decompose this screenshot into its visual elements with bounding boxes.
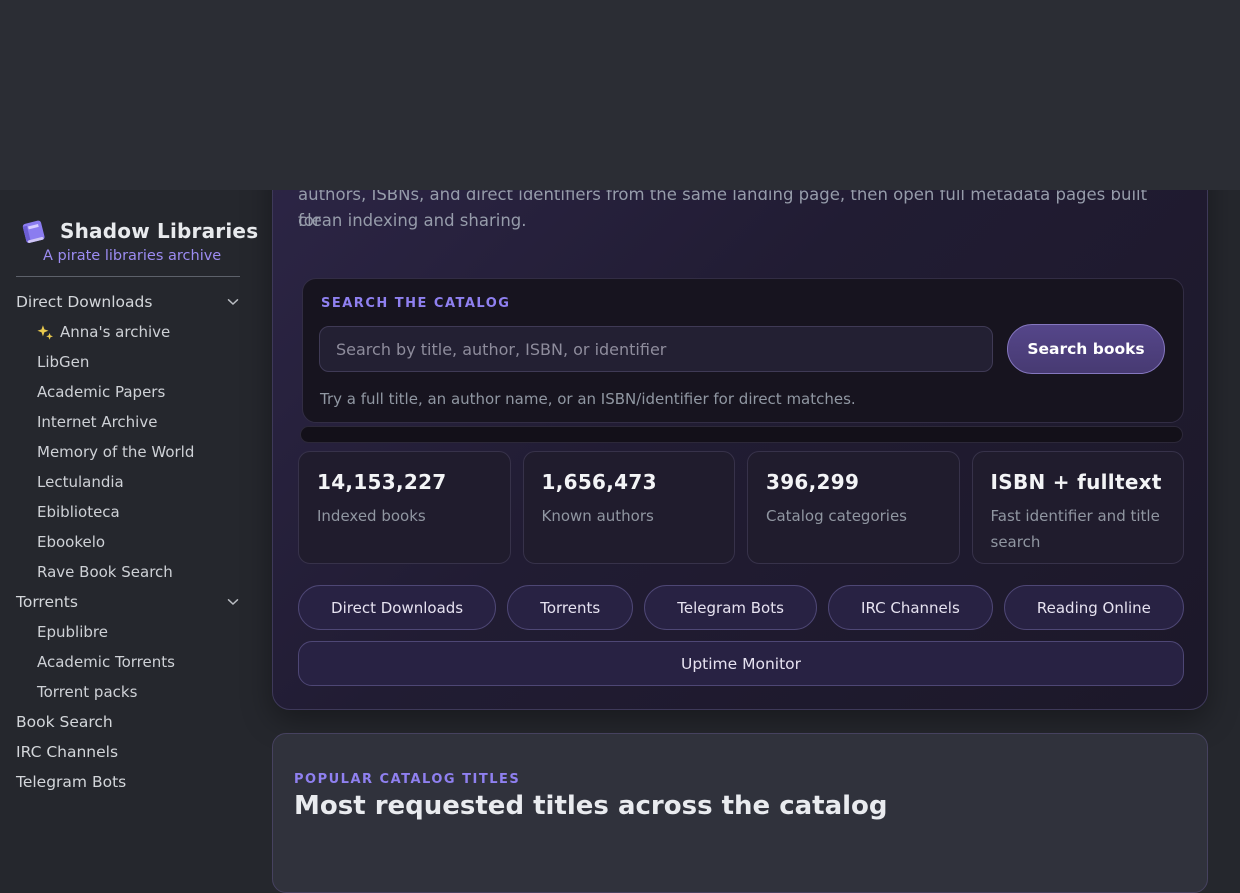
stat-label: Known authors — [542, 503, 717, 529]
sidebar-item-torrent-packs[interactable]: Torrent packs — [0, 677, 260, 707]
quick-links-row: Direct Downloads Torrents Telegram Bots … — [298, 585, 1184, 630]
sidebar-item-lectulandia[interactable]: Lectulandia — [0, 467, 260, 497]
sidebar-nav: Direct Downloads Anna's archive LibGen A… — [0, 287, 260, 797]
search-card-title: SEARCH THE CATALOG — [321, 296, 510, 311]
stat-card-known-authors: 1,656,473 Known authors — [523, 451, 736, 564]
intro-text-line: clean indexing and sharing. — [298, 208, 1168, 234]
chevron-down-icon — [227, 298, 239, 306]
stat-value: 396,299 — [766, 470, 941, 494]
stat-label: Catalog categories — [766, 503, 941, 529]
brand-title: Shadow Libraries — [60, 219, 258, 243]
quick-link-torrents[interactable]: Torrents — [507, 585, 633, 630]
status-progress-bar — [300, 426, 1183, 443]
sidebar-item-epublibre[interactable]: Epublibre — [0, 617, 260, 647]
stat-value: 1,656,473 — [542, 470, 717, 494]
sidebar-item-annas-archive[interactable]: Anna's archive — [0, 317, 260, 347]
brand: Shadow Libraries — [18, 216, 258, 246]
quick-link-reading-online[interactable]: Reading Online — [1004, 585, 1184, 630]
hero-panel: authors, ISBNs, and direct identifiers f… — [272, 100, 1208, 710]
popular-titles-card: POPULAR CATALOG TITLES Most requested ti… — [272, 733, 1208, 893]
sidebar-item-internet-archive[interactable]: Internet Archive — [0, 407, 260, 437]
sidebar-item-ebiblioteca[interactable]: Ebiblioteca — [0, 497, 260, 527]
popular-titles-label: POPULAR CATALOG TITLES — [294, 772, 520, 787]
sidebar-item-libgen[interactable]: LibGen — [0, 347, 260, 377]
stats-row: 14,153,227 Indexed books 1,656,473 Known… — [298, 451, 1184, 564]
sidebar-item-memory-of-the-world[interactable]: Memory of the World — [0, 437, 260, 467]
top-header-bar — [0, 0, 1240, 190]
stat-label: Fast identifier and title search — [991, 503, 1166, 555]
stat-card-catalog-categories: 396,299 Catalog categories — [747, 451, 960, 564]
sidebar-item-ebookelo[interactable]: Ebookelo — [0, 527, 260, 557]
search-hint: Try a full title, an author name, or an … — [320, 390, 856, 408]
sidebar-item-academic-papers[interactable]: Academic Papers — [0, 377, 260, 407]
quick-link-direct-downloads[interactable]: Direct Downloads — [298, 585, 496, 630]
sparkles-icon — [37, 324, 54, 341]
sidebar-item-book-search[interactable]: Book Search — [0, 707, 260, 737]
quick-link-irc-channels[interactable]: IRC Channels — [828, 585, 993, 630]
search-input[interactable] — [319, 326, 993, 372]
popular-titles-heading: Most requested titles across the catalog — [294, 791, 888, 821]
book-logo-icon — [18, 216, 48, 246]
stat-card-indexed-books: 14,153,227 Indexed books — [298, 451, 511, 564]
sidebar-item-telegram-bots[interactable]: Telegram Bots — [0, 767, 260, 797]
sidebar-item-academic-torrents[interactable]: Academic Torrents — [0, 647, 260, 677]
quick-link-telegram-bots[interactable]: Telegram Bots — [644, 585, 817, 630]
stat-label: Indexed books — [317, 503, 492, 529]
sidebar-item-irc-channels[interactable]: IRC Channels — [0, 737, 260, 767]
stat-value: 14,153,227 — [317, 470, 492, 494]
search-books-button[interactable]: Search books — [1007, 324, 1165, 374]
sidebar-divider — [16, 276, 240, 277]
sidebar-item-rave-book-search[interactable]: Rave Book Search — [0, 557, 260, 587]
stat-value: ISBN + fulltext — [991, 470, 1166, 494]
stat-card-isbn-fulltext: ISBN + fulltext Fast identifier and titl… — [972, 451, 1185, 564]
brand-subtitle: A pirate libraries archive — [43, 248, 221, 264]
chevron-down-icon — [227, 598, 239, 606]
search-card: SEARCH THE CATALOG Search books Try a fu… — [302, 278, 1184, 423]
uptime-monitor-button[interactable]: Uptime Monitor — [298, 641, 1184, 686]
sidebar-item-direct-downloads[interactable]: Direct Downloads — [0, 287, 260, 317]
sidebar-item-torrents[interactable]: Torrents — [0, 587, 260, 617]
